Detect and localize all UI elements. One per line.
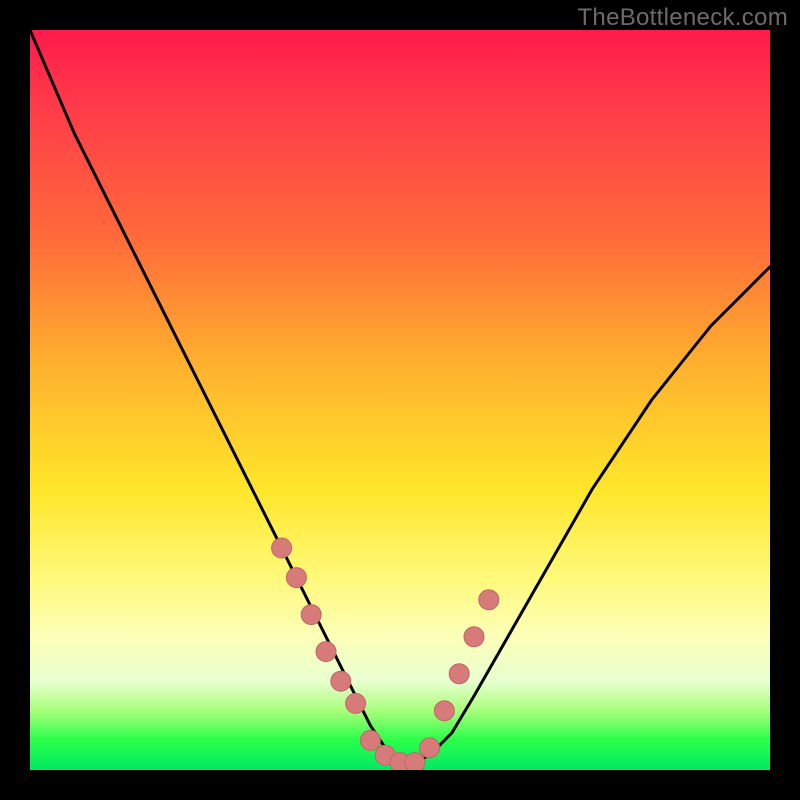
chart-frame: TheBottleneck.com [0, 0, 800, 800]
plot-area [30, 30, 770, 770]
curve-marker [316, 642, 336, 662]
curve-marker [449, 664, 469, 684]
curve-marker [346, 693, 366, 713]
curve-marker [272, 538, 292, 558]
watermark-text: TheBottleneck.com [577, 4, 788, 32]
curve-marker [434, 701, 454, 721]
bottleneck-curve-path [30, 30, 770, 763]
marker-group [272, 538, 499, 770]
curve-marker [405, 753, 425, 770]
curve-marker [301, 605, 321, 625]
curve-svg [30, 30, 770, 770]
curve-marker [360, 730, 380, 750]
curve-marker [331, 671, 351, 691]
curve-marker [464, 627, 484, 647]
curve-marker [420, 738, 440, 758]
curve-marker [479, 590, 499, 610]
curve-marker [286, 568, 306, 588]
